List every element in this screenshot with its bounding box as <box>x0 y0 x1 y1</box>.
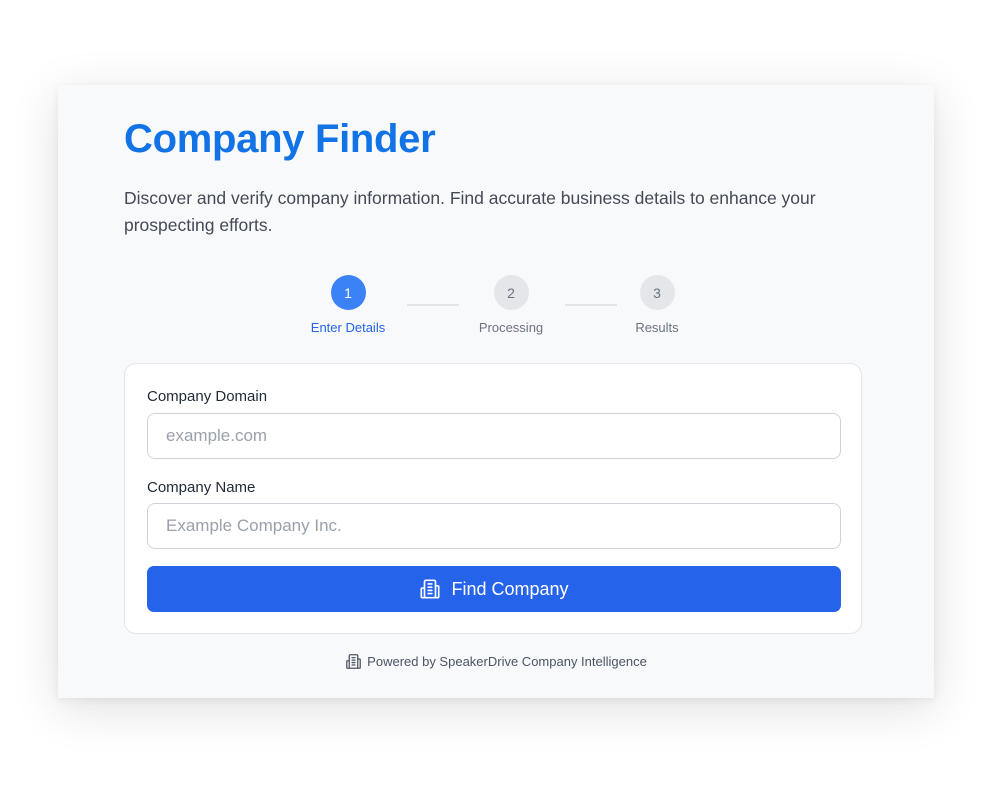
page-title: Company Finder <box>124 117 436 161</box>
company-name-input[interactable] <box>147 503 841 549</box>
app-window: Company Finder Discover and verify compa… <box>58 85 934 698</box>
progress-stepper: 1 Enter Details 2 Processing 3 Results <box>58 275 934 345</box>
powered-by-footer: Powered by SpeakerDrive Company Intellig… <box>58 653 934 670</box>
find-company-label: Find Company <box>451 578 569 599</box>
step-label: Enter Details <box>310 320 386 335</box>
powered-by-text: Powered by SpeakerDrive Company Intellig… <box>367 654 647 669</box>
step-number: 3 <box>639 275 675 310</box>
company-domain-label: Company Domain <box>147 388 268 405</box>
building-icon <box>419 578 441 600</box>
building-icon <box>345 653 362 670</box>
step-label: Processing <box>478 320 544 335</box>
company-search-form: Company Domain Company Name Find Company <box>124 363 862 634</box>
step-label: Results <box>635 320 679 335</box>
step-processing: 2 Processing <box>451 275 571 335</box>
step-connector <box>565 304 617 306</box>
step-number: 1 <box>330 275 366 310</box>
company-name-label: Company Name <box>147 479 256 496</box>
step-connector <box>407 304 459 306</box>
company-domain-input[interactable] <box>147 413 841 459</box>
find-company-button[interactable]: Find Company <box>147 566 841 612</box>
step-enter-details: 1 Enter Details <box>288 275 408 335</box>
step-number: 2 <box>493 275 529 310</box>
page-description: Discover and verify company information.… <box>124 188 816 235</box>
